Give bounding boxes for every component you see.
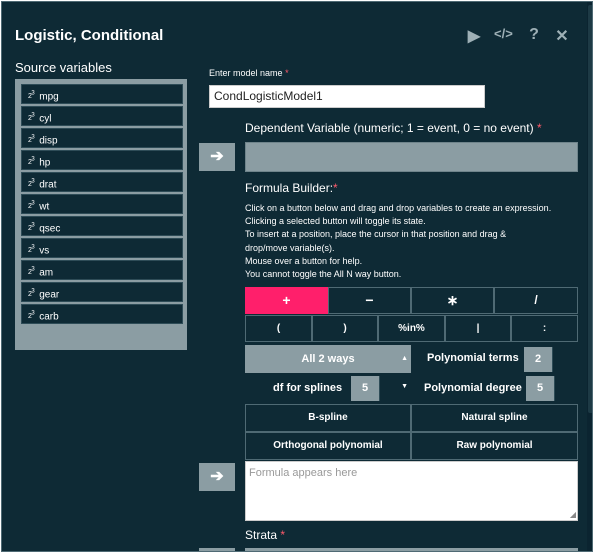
pipe-operator-button[interactable]: | (445, 315, 511, 342)
source-variables-label: Source variables (15, 60, 112, 75)
close-icon[interactable]: ✕ (553, 26, 571, 46)
numeric-var-icon: 23 (28, 135, 35, 145)
numeric-var-icon: 23 (28, 245, 35, 255)
in-operator-button[interactable]: %in% (378, 315, 445, 342)
minus-operator-button[interactable]: − (328, 287, 411, 314)
numeric-var-icon: 23 (28, 113, 35, 123)
plus-operator-button[interactable]: + (245, 287, 328, 314)
variable-item-gear[interactable]: 23 gear (21, 282, 183, 302)
arrow-right-icon: ➔ (210, 468, 224, 485)
numeric-var-icon: 23 (28, 311, 35, 321)
variable-item-drat[interactable]: 23 drat (21, 172, 183, 192)
variable-item-disp[interactable]: 23 disp (21, 128, 183, 148)
all-ways-select[interactable]: All 2 ways ▲ ▼ (245, 345, 411, 390)
variable-item-carb[interactable]: 23 carb (21, 304, 183, 324)
variable-item-qsec[interactable]: 23 qsec (21, 216, 183, 236)
df-splines-input[interactable]: 5 (351, 376, 379, 401)
required-marker: * (285, 68, 289, 78)
numeric-var-icon: 23 (28, 289, 35, 299)
move-to-formula-button[interactable]: ➔ (199, 463, 235, 491)
numeric-var-icon: 23 (28, 267, 35, 277)
dialog-title: Logistic, Conditional (15, 27, 164, 44)
numeric-var-icon: 23 (28, 91, 35, 101)
variable-item-cyl[interactable]: 23 cyl (21, 106, 183, 126)
code-icon[interactable]: </> (494, 26, 513, 41)
scrollbar-thumb[interactable] (588, 5, 592, 413)
variable-item-hp[interactable]: 23 hp (21, 150, 183, 170)
formula-builder-label: Formula Builder:* (245, 181, 338, 195)
move-to-dependent-button[interactable]: ➔ (199, 143, 235, 171)
polynomial-degree-label: Polynomial degree (424, 382, 522, 394)
divide-operator-button[interactable]: / (494, 287, 578, 314)
colon-operator-button[interactable]: : (511, 315, 578, 342)
numeric-var-icon: 23 (28, 157, 35, 167)
variable-item-vs[interactable]: 23 vs (21, 238, 183, 258)
polynomial-terms-spinner[interactable] (552, 347, 565, 372)
required-marker: * (536, 121, 542, 135)
orthogonal-polynomial-button[interactable]: Orthogonal polynomial (245, 432, 411, 460)
resize-grip-icon[interactable]: ◢ (570, 510, 576, 519)
numeric-var-icon: 23 (28, 223, 35, 233)
arrow-right-icon: ➔ (210, 148, 224, 165)
df-splines-label: df for splines (273, 382, 343, 394)
numeric-var-icon: 23 (28, 179, 35, 189)
variable-item-am[interactable]: 23 am (21, 260, 183, 280)
model-name-label: Enter model name * (209, 68, 289, 78)
model-name-input[interactable]: CondLogisticModel1 (209, 85, 485, 108)
formula-help-text: Click on a button below and drag and dro… (245, 203, 552, 280)
strata-label: Strata * (245, 528, 286, 542)
open-paren-button[interactable]: ( (245, 315, 312, 342)
polynomial-degree-input[interactable]: 5 (526, 376, 554, 401)
run-icon[interactable]: ▶ (465, 26, 483, 46)
multiply-operator-button[interactable]: ∗ (411, 287, 494, 314)
polynomial-degree-spinner[interactable] (554, 376, 567, 401)
df-splines-spinner[interactable] (379, 376, 392, 401)
required-marker: * (280, 528, 286, 542)
dependent-variable-dropzone[interactable] (245, 142, 578, 172)
required-marker: * (333, 181, 338, 195)
help-icon[interactable]: ? (525, 26, 543, 44)
updown-caret-icon: ▲ ▼ (401, 355, 408, 390)
source-variables-list: 23 mpg 23 cyl 23 disp 23 hp 23 drat 23 wt 23 qs… (15, 79, 187, 350)
dependent-variable-label: Dependent Variable (numeric; 1 = event, … (245, 121, 542, 135)
formula-textarea[interactable]: Formula appears here ◢ (245, 461, 578, 521)
polynomial-terms-input[interactable]: 2 (524, 347, 552, 372)
close-paren-button[interactable]: ) (312, 315, 378, 342)
numeric-var-icon: 23 (28, 201, 35, 211)
polynomial-terms-label: Polynomial terms (427, 352, 519, 364)
raw-polynomial-button[interactable]: Raw polynomial (411, 432, 578, 460)
move-to-strata-button[interactable] (199, 548, 235, 551)
b-spline-button[interactable]: B-spline (245, 404, 411, 432)
variable-item-mpg[interactable]: 23 mpg (21, 84, 183, 104)
strata-dropzone[interactable] (245, 548, 578, 551)
dialog-window: Logistic, Conditional ▶ </> ? ✕ Source v… (1, 1, 593, 552)
variable-item-wt[interactable]: 23 wt (21, 194, 183, 214)
natural-spline-button[interactable]: Natural spline (411, 404, 578, 432)
